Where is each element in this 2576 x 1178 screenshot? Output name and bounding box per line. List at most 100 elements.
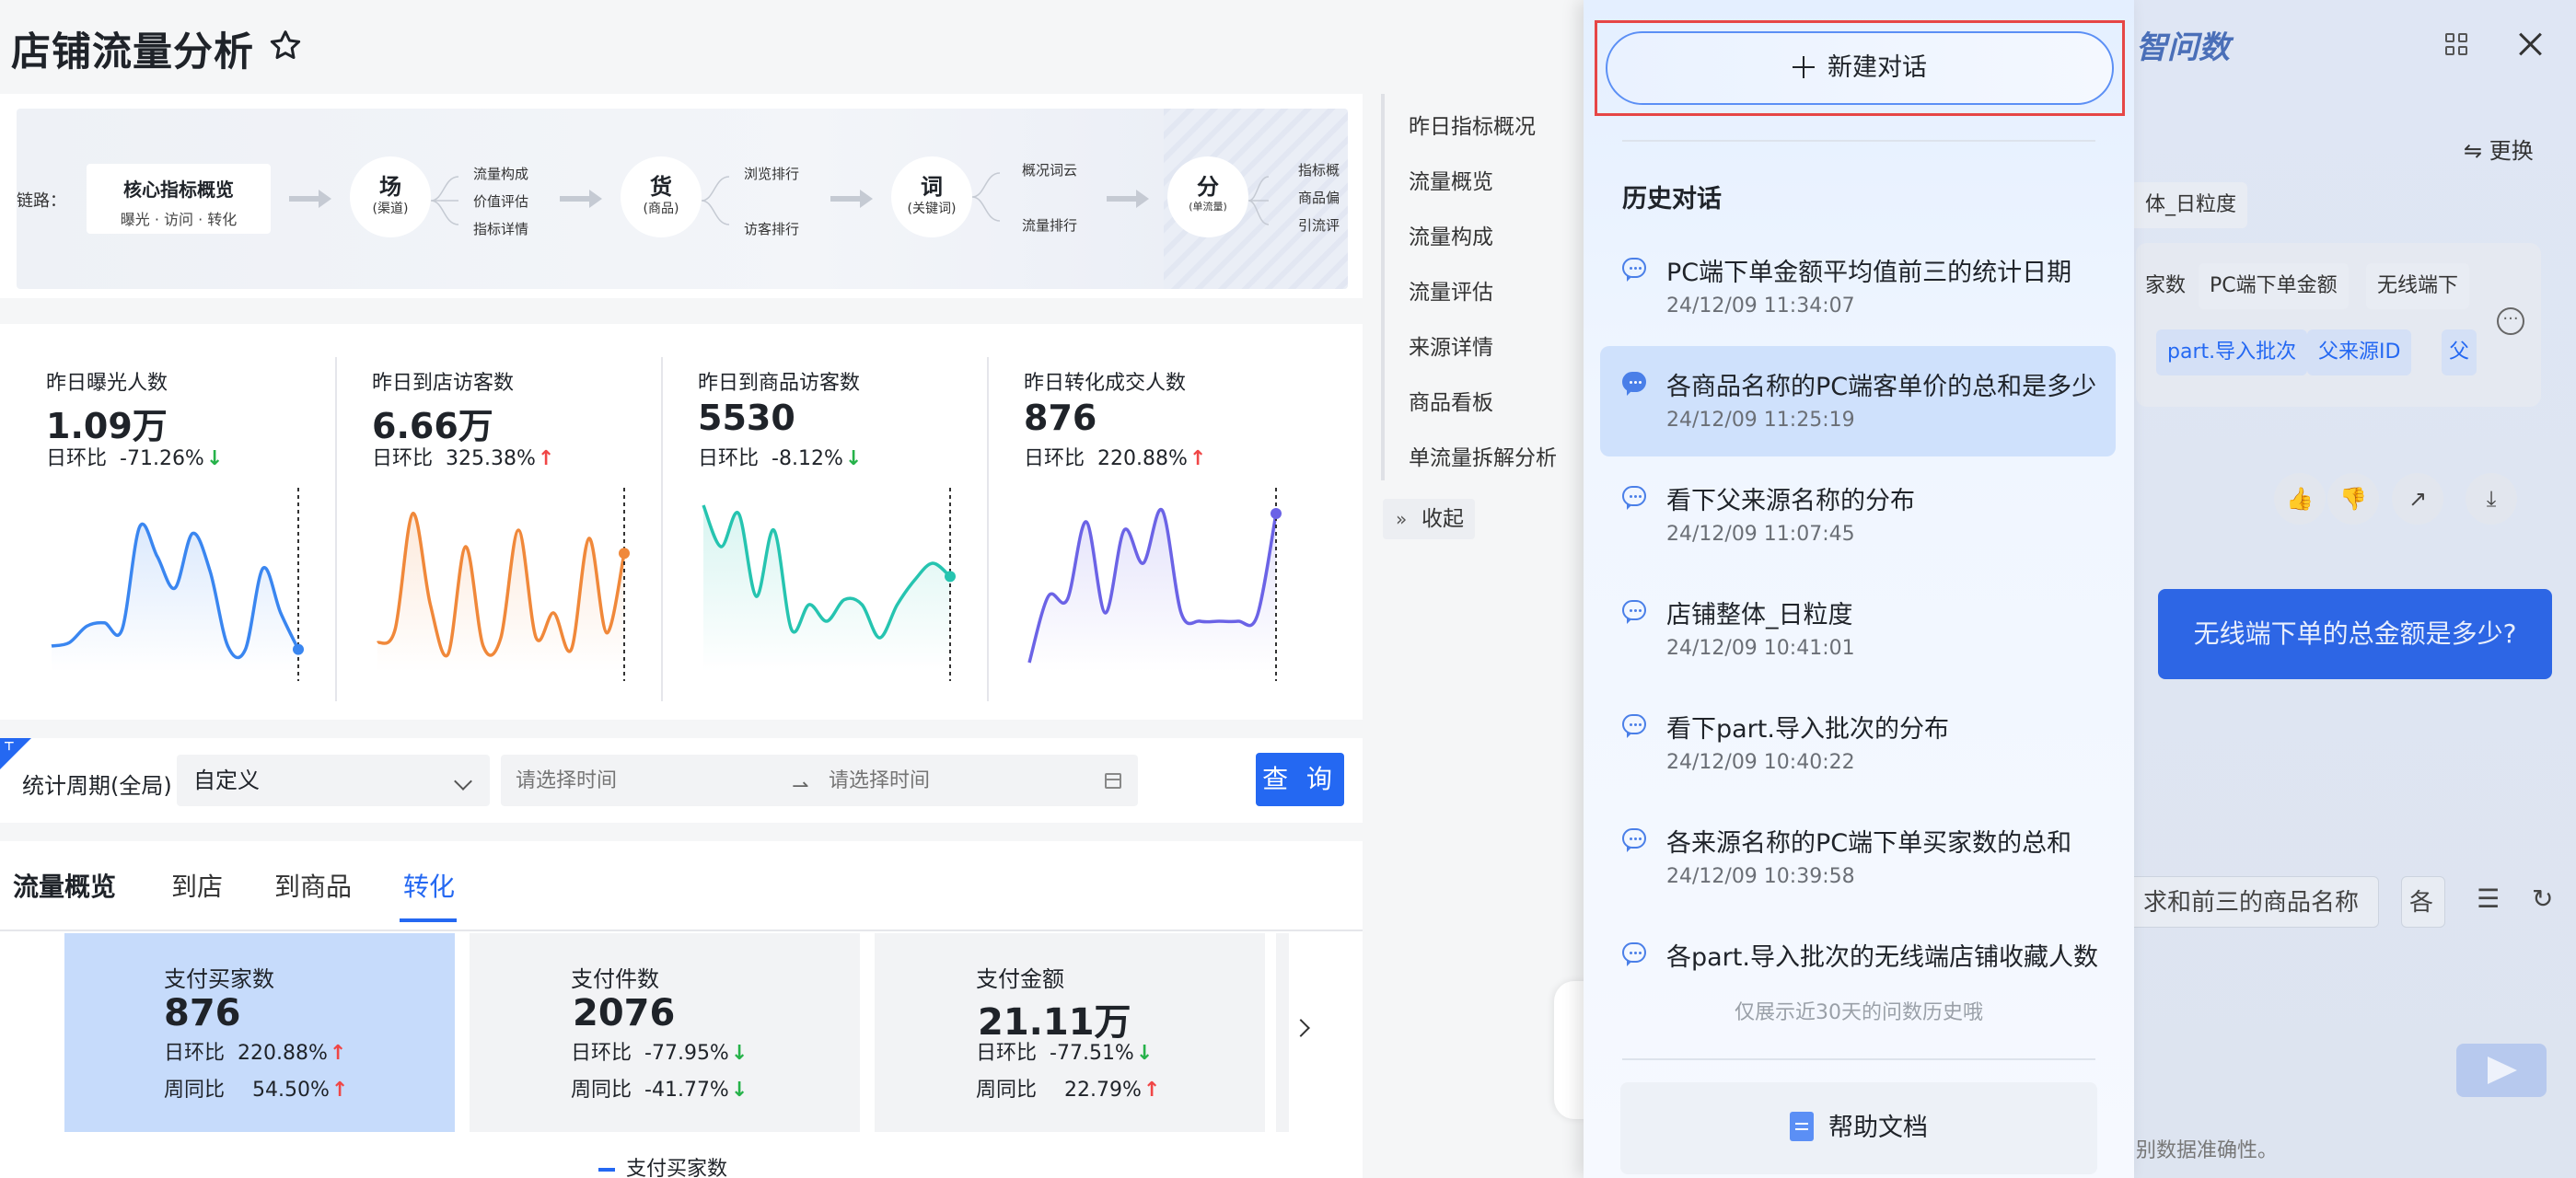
more-icon[interactable]: ··· xyxy=(2497,307,2524,335)
start-date-input[interactable] xyxy=(516,755,783,806)
history-item[interactable]: 各part.导入批次的无线端店铺收藏人数 xyxy=(1600,917,2116,981)
flow-node-channel[interactable]: 场 (渠道) xyxy=(350,156,431,237)
star-icon[interactable] xyxy=(267,28,304,64)
close-icon[interactable] xyxy=(2513,28,2547,61)
history-title: 历史对话 xyxy=(1622,185,1722,214)
flow-node-product[interactable]: 货 (商品) xyxy=(621,156,702,237)
kpi-week-compare: 周同比 -41.77%↓ xyxy=(571,1073,748,1103)
metric-label: 昨日转化成交人数 xyxy=(1024,372,1187,395)
history-item[interactable]: 看下父来源名称的分布 24/12/09 11:07:45 xyxy=(1600,460,2116,571)
anchor-nav-track xyxy=(1381,94,1385,480)
history-item[interactable]: 看下part.导入批次的分布 24/12/09 10:40:22 xyxy=(1600,688,2116,799)
branch-lines xyxy=(972,172,1001,222)
refresh-icon[interactable]: ↻ xyxy=(2532,884,2553,914)
flow-node-single[interactable]: 分 (单流量) xyxy=(1167,156,1248,237)
sparkline[interactable] xyxy=(698,488,974,690)
suggest-chip[interactable]: 各 xyxy=(2401,876,2445,928)
metric-label: 昨日到商品访客数 xyxy=(698,372,861,395)
metric-compare: 日环比 220.88%↑ xyxy=(1024,442,1206,471)
history-item[interactable]: 各商品名称的PC端客单价的总和是多少 24/12/09 11:25:19 xyxy=(1600,346,2116,456)
compare-label: 日环比 xyxy=(1024,447,1085,470)
metric-card[interactable]: 昨日到店访客数 6.66万 日环比 325.38%↑ xyxy=(335,324,661,720)
divider xyxy=(661,357,663,701)
list-icon[interactable]: ☰ xyxy=(2477,884,2500,914)
flow-branch[interactable]: 指标概 xyxy=(1298,160,1340,179)
period-select[interactable]: 自定义 xyxy=(177,755,490,806)
change-button[interactable]: ⇋ 更换 xyxy=(2464,133,2534,165)
download-icon[interactable]: ⤓ xyxy=(2466,473,2517,525)
anchor-item[interactable]: 单流量拆解分析 xyxy=(1409,440,1557,471)
share-icon[interactable]: ↗ xyxy=(2392,473,2443,525)
branch-lines xyxy=(431,176,459,225)
anchor-item[interactable]: 昨日指标概况 xyxy=(1409,109,1536,140)
kpi-card-items[interactable]: 支付件数 2076 日环比 -77.95%↓ 周同比 -41.77%↓ xyxy=(470,933,860,1132)
history-item[interactable]: PC端下单金额平均值前三的统计日期 24/12/09 11:34:07 xyxy=(1600,232,2116,342)
flow-branch[interactable]: 价值评估 xyxy=(473,191,528,211)
calendar-icon[interactable] xyxy=(1105,773,1121,789)
chat-icon xyxy=(1622,258,1646,282)
help-docs-button[interactable]: 帮助文档 xyxy=(1620,1082,2097,1174)
field-chip[interactable]: 父 xyxy=(2442,329,2477,375)
new-chat-button[interactable]: 新建对话 xyxy=(1606,31,2114,105)
sparkline[interactable] xyxy=(372,488,648,690)
field-chip[interactable]: PC端下单金额 xyxy=(2199,263,2349,309)
sparkline[interactable] xyxy=(1024,488,1300,690)
flow-branch[interactable]: 流量排行 xyxy=(1022,215,1077,235)
field-chip[interactable]: 父来源ID xyxy=(2307,329,2412,375)
metric-label: 昨日到店访客数 xyxy=(372,372,515,395)
flow-branch[interactable]: 商品偏 xyxy=(1298,188,1340,207)
kpi-value: 876 xyxy=(164,992,241,1034)
metric-card[interactable]: 昨日到商品访客数 5530 日环比 -8.12%↓ xyxy=(661,324,987,720)
tab-traffic-overview[interactable]: 流量概览 xyxy=(13,867,116,904)
flow-branch[interactable]: 流量构成 xyxy=(473,164,528,183)
tab-to-store[interactable]: 到店 xyxy=(171,867,223,904)
sparkline[interactable] xyxy=(46,488,322,690)
flow-node-keyword[interactable]: 词 (关键词) xyxy=(891,156,972,237)
flow-branch[interactable]: 指标详情 xyxy=(473,219,528,238)
kpi-card-amount[interactable]: 支付金额 21.11万 日环比 -77.51%↓ 周同比 22.79%↑ xyxy=(875,933,1265,1132)
flow-branch[interactable]: 访客排行 xyxy=(744,219,799,238)
tab-to-product[interactable]: 到商品 xyxy=(274,867,352,904)
swap-icon: ⇋ xyxy=(2464,138,2489,164)
grid-icon[interactable] xyxy=(2445,33,2469,57)
flow-node-sub: (关键词) xyxy=(907,202,957,216)
new-chat-label: 新建对话 xyxy=(1828,53,1927,82)
anchor-item[interactable]: 流量概览 xyxy=(1409,164,1493,195)
metric-card[interactable]: 昨日转化成交人数 876 日环比 220.88%↑ xyxy=(987,324,1313,720)
chart-legend[interactable]: 支付买家数 xyxy=(598,1152,727,1178)
flow-branch[interactable]: 浏览排行 xyxy=(744,164,799,183)
dataset-chip[interactable]: 体_日粒度 xyxy=(2134,182,2248,228)
flow-node-sub: (单流量) xyxy=(1189,201,1227,213)
divider xyxy=(987,357,989,701)
history-question: 各来源名称的PC端下单买家数的总和 xyxy=(1666,829,2072,858)
chevron-right-icon[interactable] xyxy=(1292,1019,1310,1037)
anchor-item[interactable]: 流量评估 xyxy=(1409,274,1493,306)
flow-branch[interactable]: 概况词云 xyxy=(1022,160,1077,179)
thumb-down-icon[interactable]: 👎 xyxy=(2327,473,2379,525)
suggest-chip[interactable]: 求和前三的商品名称 xyxy=(2130,876,2379,928)
collapse-button[interactable]: » 收起 xyxy=(1383,499,1475,539)
thumb-up-icon[interactable]: 👍 xyxy=(2274,473,2326,525)
metric-value: 876 xyxy=(1024,398,1097,438)
tab-conversion[interactable]: 转化 xyxy=(403,867,455,904)
history-item[interactable]: 各来源名称的PC端下单买家数的总和 24/12/09 10:39:58 xyxy=(1600,803,2116,913)
flow-core-box[interactable]: 核心指标概览 曝光 · 访问 · 转化 xyxy=(87,164,271,234)
send-button[interactable] xyxy=(2456,1044,2547,1097)
end-date-input[interactable] xyxy=(829,755,1086,806)
date-range-picker[interactable]: ⇀ xyxy=(501,755,1138,806)
flow-node-sub: (商品) xyxy=(643,202,679,216)
anchor-item[interactable]: 商品看板 xyxy=(1409,385,1493,416)
anchor-item[interactable]: 来源详情 xyxy=(1409,329,1493,361)
field-chip[interactable]: 家数 xyxy=(2134,263,2197,309)
query-button[interactable]: 查 询 xyxy=(1256,753,1344,806)
history-item[interactable]: 店铺整体_日粒度 24/12/09 10:41:01 xyxy=(1600,574,2116,685)
metric-value: 1.09万 xyxy=(46,406,168,446)
kpi-card-buyers[interactable]: 支付买家数 876 日环比 220.88%↑ 周同比 54.50%↑ xyxy=(64,933,455,1132)
flow-node-main: 货 xyxy=(650,174,672,200)
anchor-item[interactable]: 流量构成 xyxy=(1409,219,1493,250)
field-chip[interactable]: part.导入批次 xyxy=(2156,329,2308,375)
sparkline-area xyxy=(52,524,298,672)
field-chip[interactable]: 无线端下 xyxy=(2366,263,2470,309)
flow-branch[interactable]: 引流评 xyxy=(1298,215,1340,235)
metric-card[interactable]: 昨日曝光人数 1.09万 日环比 -71.26%↓ xyxy=(9,324,335,720)
